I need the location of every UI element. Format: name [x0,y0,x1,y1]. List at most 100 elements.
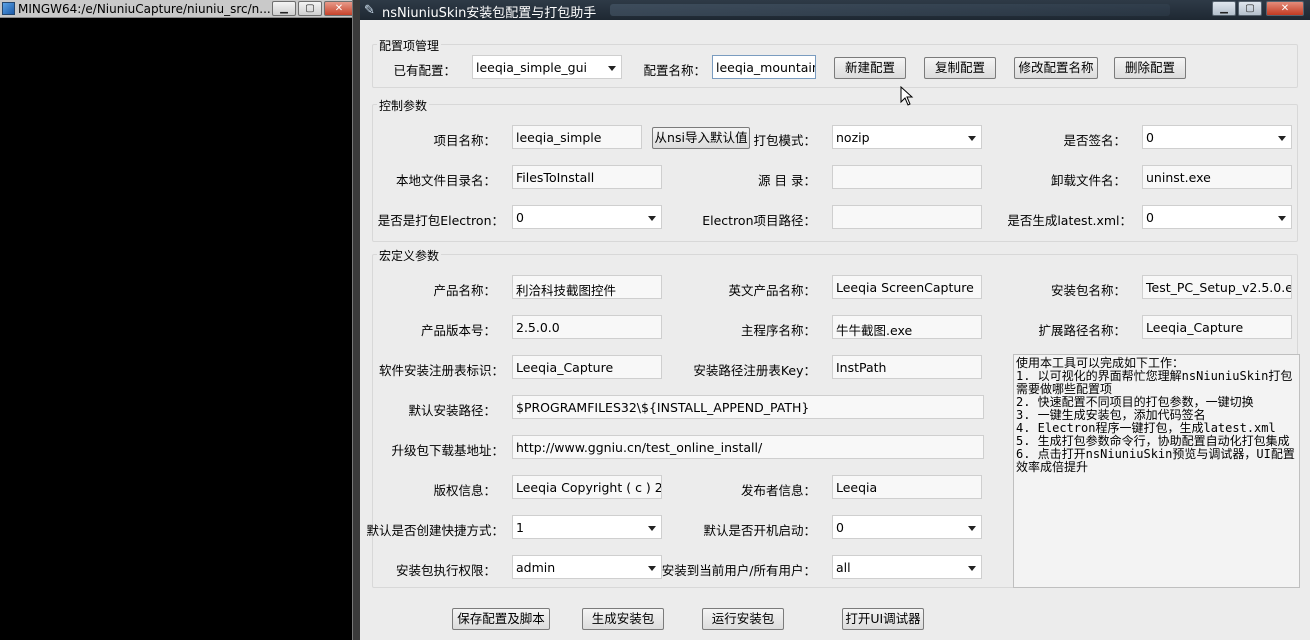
group-title: 配置项管理 [377,37,442,54]
latest-xml-select[interactable]: 0 [1142,205,1292,229]
reg-key-label: 安装路径注册表Key： [693,363,816,378]
chevron-down-icon [968,136,976,141]
upgrade-url-input[interactable]: http://www.ggniu.cn/test_online_install/ [512,435,984,459]
install-user-select[interactable]: all [832,555,982,579]
chevron-down-icon [648,566,656,571]
privilege-value: admin [516,560,556,575]
en-product-name-input[interactable]: Leeqia ScreenCapture [832,275,982,299]
electron-select[interactable]: 0 [512,205,662,229]
maximize-icon[interactable]: ▢ [1238,1,1262,16]
main-program-input[interactable]: 牛牛截图.exe [832,315,982,339]
copy-config-button[interactable]: 复制配置 [924,57,996,79]
shortcut-label: 默认是否创建快捷方式： [366,523,504,538]
version-label: 产品版本号： [420,323,496,338]
terminal-window: MINGW64:/e/NiuniuCapture/niuniu_src/n...… [0,0,356,640]
project-name-label: 项目名称： [433,133,496,148]
source-dir-label: 源 目 录： [758,173,816,188]
copyright-input[interactable]: Leeqia Copyright ( c ) 20 [512,475,662,499]
generate-setup-button[interactable]: 生成安装包 [582,608,664,630]
terminal-titlebar[interactable]: MINGW64:/e/NiuniuCapture/niuniu_src/n...… [0,0,356,18]
publisher-input[interactable]: Leeqia [832,475,982,499]
electron-value: 0 [516,210,524,225]
autostart-select[interactable]: 0 [832,515,982,539]
taskbar-background [610,4,1170,16]
help-textbox[interactable]: 使用本工具可以完成如下工作： 1. 以可视化的界面帮忙您理解nsNiuniuSk… [1013,354,1300,588]
chevron-down-icon [648,526,656,531]
product-name-input[interactable]: 利洽科技截图控件 [512,275,662,299]
pack-mode-value: nozip [836,130,870,145]
local-dir-label: 本地文件目录名： [395,173,496,188]
latest-xml-value: 0 [1146,210,1154,225]
shortcut-value: 1 [516,520,524,535]
chevron-down-icon [968,526,976,531]
reg-id-label: 软件安装注册表标识： [378,363,504,378]
chevron-down-icon [1278,136,1286,141]
config-name-input[interactable]: leeqia_mountain_ [712,55,816,79]
sign-select[interactable]: 0 [1142,125,1292,149]
uninstall-file-input[interactable]: uninst.exe [1142,165,1292,189]
upgrade-url-label: 升级包下载基地址： [391,443,504,458]
autostart-value: 0 [836,520,844,535]
latest-xml-label: 是否生成latest.xml： [1007,213,1132,228]
existing-config-value: leeqia_simple_gui [476,60,588,75]
reg-key-input[interactable]: InstPath [832,355,982,379]
source-dir-input[interactable] [832,165,982,189]
chevron-down-icon [648,216,656,221]
rename-config-button[interactable]: 修改配置名称 [1014,57,1098,79]
electron-label: 是否是打包Electron： [377,213,504,228]
electron-path-input[interactable] [832,205,982,229]
terminal-title: MINGW64:/e/NiuniuCapture/niuniu_src/n... [18,2,271,16]
terminal-app-icon [2,2,15,15]
version-input[interactable]: 2.5.0.0 [512,315,662,339]
group-title: 宏定义参数 [377,247,442,264]
minimize-icon[interactable]: ▁ [272,1,296,16]
privilege-select[interactable]: admin [512,555,662,579]
minimize-icon[interactable]: ▁ [1212,1,1236,16]
config-name-label: 配置名称： [643,63,706,78]
project-name-input[interactable]: leeqia_simple [512,125,642,149]
en-product-name-label: 英文产品名称： [728,283,816,298]
existing-config-select[interactable]: leeqia_simple_gui [472,55,622,79]
run-setup-button[interactable]: 运行安装包 [702,608,784,630]
import-from-nsi-button[interactable]: 从nsi导入默认值 [652,127,750,149]
uninstall-file-label: 卸载文件名： [1050,173,1126,188]
default-path-input[interactable]: $PROGRAMFILES32\${INSTALL_APPEND_PATH} [512,395,984,419]
group-title: 控制参数 [377,97,430,114]
close-icon[interactable]: ✕ [1266,1,1304,16]
app-titlebar[interactable]: ✎ nsNiuniuSkin安装包配置与打包助手 ▁ ▢ ✕ [360,0,1310,21]
sign-label: 是否签名： [1063,133,1126,148]
new-config-button[interactable]: 新建配置 [834,57,906,79]
autostart-label: 默认是否开机启动： [703,523,816,538]
privilege-label: 安装包执行权限： [395,563,496,578]
sign-value: 0 [1146,130,1154,145]
pack-mode-label: 打包模式： [753,133,816,148]
default-path-label: 默认安装路径： [408,403,496,418]
install-user-value: all [836,560,851,575]
install-user-label: 安装到当前用户/所有用户： [661,563,816,578]
save-config-button[interactable]: 保存配置及脚本 [452,608,550,630]
main-program-label: 主程序名称： [740,323,816,338]
ext-path-input[interactable]: Leeqia_Capture [1142,315,1292,339]
electron-path-label: Electron项目路径： [702,213,816,228]
pack-mode-select[interactable]: nozip [832,125,982,149]
product-name-label: 产品名称： [433,283,496,298]
feather-app-icon: ✎ [364,3,375,18]
window-border [352,0,360,640]
maximize-icon[interactable]: ▢ [298,1,322,16]
existing-config-label: 已有配置： [393,63,456,78]
chevron-down-icon [968,566,976,571]
local-dir-input[interactable]: FilesToInstall [512,165,662,189]
close-icon[interactable]: ✕ [324,1,354,16]
setup-name-input[interactable]: Test_PC_Setup_v2.5.0.exe [1142,275,1292,299]
app-title: nsNiuniuSkin安装包配置与打包助手 [382,6,597,21]
publisher-label: 发布者信息： [740,483,816,498]
chevron-down-icon [1278,216,1286,221]
open-debugger-button[interactable]: 打开UI调试器 [842,608,924,630]
ext-path-label: 扩展路径名称： [1038,323,1126,338]
delete-config-button[interactable]: 删除配置 [1114,57,1186,79]
setup-name-label: 安装包名称： [1050,283,1126,298]
app-window: ✎ nsNiuniuSkin安装包配置与打包助手 ▁ ▢ ✕ 配置项管理 已有配… [360,0,1310,640]
reg-id-input[interactable]: Leeqia_Capture [512,355,662,379]
shortcut-select[interactable]: 1 [512,515,662,539]
chevron-down-icon [608,66,616,71]
